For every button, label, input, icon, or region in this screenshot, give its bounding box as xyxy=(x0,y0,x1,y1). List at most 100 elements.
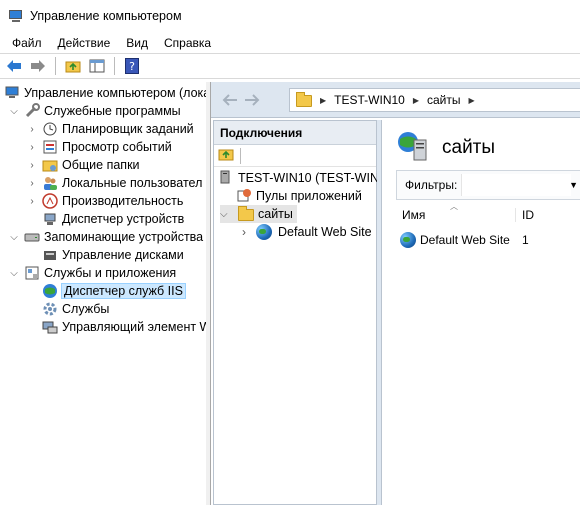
crumb-separator-icon: ▶ xyxy=(412,95,419,105)
toolbar-separator xyxy=(55,57,56,75)
breadcrumb-host[interactable]: TEST-WIN10 xyxy=(334,93,405,107)
tree-item-disk-management[interactable]: Управление дисками xyxy=(38,246,184,264)
conn-app-pools-node[interactable]: Пулы приложений xyxy=(236,187,362,205)
conn-default-site-node[interactable]: › Default Web Site xyxy=(242,223,372,241)
column-header-id[interactable]: ID xyxy=(516,208,534,222)
connections-pane: Подключения TEST-WIN10 (TEST-WIN10\ Пулы… xyxy=(213,120,396,505)
forward-arrow-icon xyxy=(31,60,45,72)
chevron-down-icon[interactable]: ⌵ xyxy=(8,105,20,117)
globe-icon xyxy=(400,232,416,248)
connect-button[interactable] xyxy=(218,147,234,164)
chevron-right-icon[interactable]: › xyxy=(242,225,254,239)
shared-folder-icon xyxy=(42,157,58,173)
back-arrow-icon xyxy=(222,93,237,106)
table-row[interactable]: Default Web Site 1 xyxy=(396,230,580,250)
connections-header: Подключения xyxy=(214,121,376,145)
sites-server-icon xyxy=(396,130,430,165)
iis-back-button[interactable] xyxy=(219,89,241,111)
globe-icon xyxy=(256,224,272,240)
toolbar-separator xyxy=(240,147,241,164)
toolbar-separator xyxy=(114,57,115,75)
conn-server-node[interactable]: TEST-WIN10 (TEST-WIN10\ xyxy=(218,169,396,187)
back-button[interactable] xyxy=(4,56,24,76)
sites-content-pane: сайты Фильтры: ▼ ︿ Имя ID Default Web Si… xyxy=(381,120,580,505)
tree-item-device-manager[interactable]: Диспетчер устройств xyxy=(38,210,184,228)
menu-file[interactable]: Файл xyxy=(4,36,50,50)
menu-bar: Файл Действие Вид Справка xyxy=(0,32,580,54)
tree-item-wmi-control[interactable]: Управляющий элемент W xyxy=(38,318,206,336)
menu-view[interactable]: Вид xyxy=(118,36,156,50)
filter-input[interactable] xyxy=(461,174,572,196)
address-home-icon xyxy=(296,92,312,107)
sites-folder-icon xyxy=(238,206,254,221)
show-hide-tree-button[interactable] xyxy=(87,56,107,76)
filter-bar: Фильтры: ▼ xyxy=(396,170,580,200)
console-tree-icon xyxy=(89,59,105,73)
tree-item-task-scheduler[interactable]: › Планировщик заданий xyxy=(26,120,193,138)
gear-icon xyxy=(42,301,58,317)
crumb-separator-icon: ▶ xyxy=(320,95,327,105)
performance-icon xyxy=(42,193,58,209)
column-header-name[interactable]: ︿ Имя xyxy=(396,202,516,222)
tree-item-event-viewer[interactable]: › Просмотр событий xyxy=(26,138,171,156)
up-level-button[interactable] xyxy=(63,56,83,76)
disk-management-icon xyxy=(42,247,58,263)
crumb-separator-icon: ▶ xyxy=(468,95,475,105)
tree-item-performance[interactable]: › Производительность xyxy=(26,192,183,210)
tree-item-system-tools[interactable]: ⌵ Служебные программы xyxy=(8,102,181,120)
sort-ascending-icon: ︿ xyxy=(450,202,458,211)
chevron-right-icon[interactable]: › xyxy=(26,195,38,207)
tree-item-services[interactable]: Службы xyxy=(38,300,109,318)
menu-action[interactable]: Действие xyxy=(50,36,119,50)
storage-icon xyxy=(24,229,40,245)
site-name-cell: Default Web Site xyxy=(396,232,516,248)
title-bar: Управление компьютером xyxy=(0,0,580,32)
iis-address-bar[interactable]: ▶ TEST-WIN10 ▶ сайты ▶ xyxy=(289,88,580,112)
console-tree: Управление компьютером (лока ⌵ Служебные… xyxy=(0,82,206,505)
tree-item-local-users[interactable]: › Локальные пользовател xyxy=(26,174,202,192)
computer-management-icon xyxy=(4,85,20,101)
help-icon: ? xyxy=(125,58,139,74)
filter-label: Фильтры: xyxy=(405,178,458,192)
iis-forward-button[interactable] xyxy=(241,89,263,111)
menu-help[interactable]: Справка xyxy=(156,36,219,50)
tree-item-iis-manager[interactable]: Диспетчер служб IIS xyxy=(38,282,186,300)
app-pools-icon xyxy=(236,187,252,206)
tree-root[interactable]: Управление компьютером (лока xyxy=(4,84,206,102)
forward-button[interactable] xyxy=(28,56,48,76)
chevron-down-icon[interactable]: ⌵ xyxy=(220,209,232,220)
forward-arrow-icon xyxy=(245,93,260,106)
tree-item-storage[interactable]: ⌵ Запоминающие устройства xyxy=(8,228,203,246)
content-header: сайты xyxy=(396,130,495,165)
tools-icon xyxy=(24,103,40,119)
chevron-right-icon[interactable]: › xyxy=(26,159,38,171)
iis-navigation-bar: ▶ TEST-WIN10 ▶ сайты ▶ xyxy=(211,82,580,118)
chevron-down-icon[interactable]: ▼ xyxy=(569,180,578,190)
conn-sites-node[interactable]: ⌵ сайты xyxy=(220,205,297,223)
iis-manager-icon xyxy=(42,283,58,299)
back-arrow-icon xyxy=(7,60,21,72)
chevron-right-icon[interactable]: › xyxy=(26,177,38,189)
chevron-down-icon[interactable]: ⌵ xyxy=(8,231,20,243)
chevron-down-icon[interactable]: ⌵ xyxy=(8,267,20,279)
iis-manager-frame: ▶ TEST-WIN10 ▶ сайты ▶ Подключения TEST-… xyxy=(210,82,580,505)
services-apps-icon xyxy=(24,265,40,281)
window-title: Управление компьютером xyxy=(30,9,182,23)
breadcrumb-node[interactable]: сайты xyxy=(427,93,461,107)
chevron-right-icon[interactable]: › xyxy=(26,123,38,135)
chevron-right-icon[interactable]: › xyxy=(26,141,38,153)
computer-management-icon xyxy=(8,9,24,23)
connections-toolbar xyxy=(214,145,376,167)
tree-item-shared-folders[interactable]: › Общие папки xyxy=(26,156,139,174)
sites-grid-header: ︿ Имя ID xyxy=(396,202,580,226)
wmi-control-icon xyxy=(42,319,58,335)
toolbar: ? xyxy=(0,54,580,79)
event-viewer-icon xyxy=(42,139,58,155)
device-manager-icon xyxy=(42,211,58,227)
help-button[interactable]: ? xyxy=(122,56,142,76)
folder-up-icon xyxy=(65,61,81,73)
tree-item-services-and-apps[interactable]: ⌵ Службы и приложения xyxy=(8,264,176,282)
clock-icon xyxy=(42,121,58,137)
folder-up-icon xyxy=(218,149,234,161)
content-title: сайты xyxy=(442,136,496,158)
